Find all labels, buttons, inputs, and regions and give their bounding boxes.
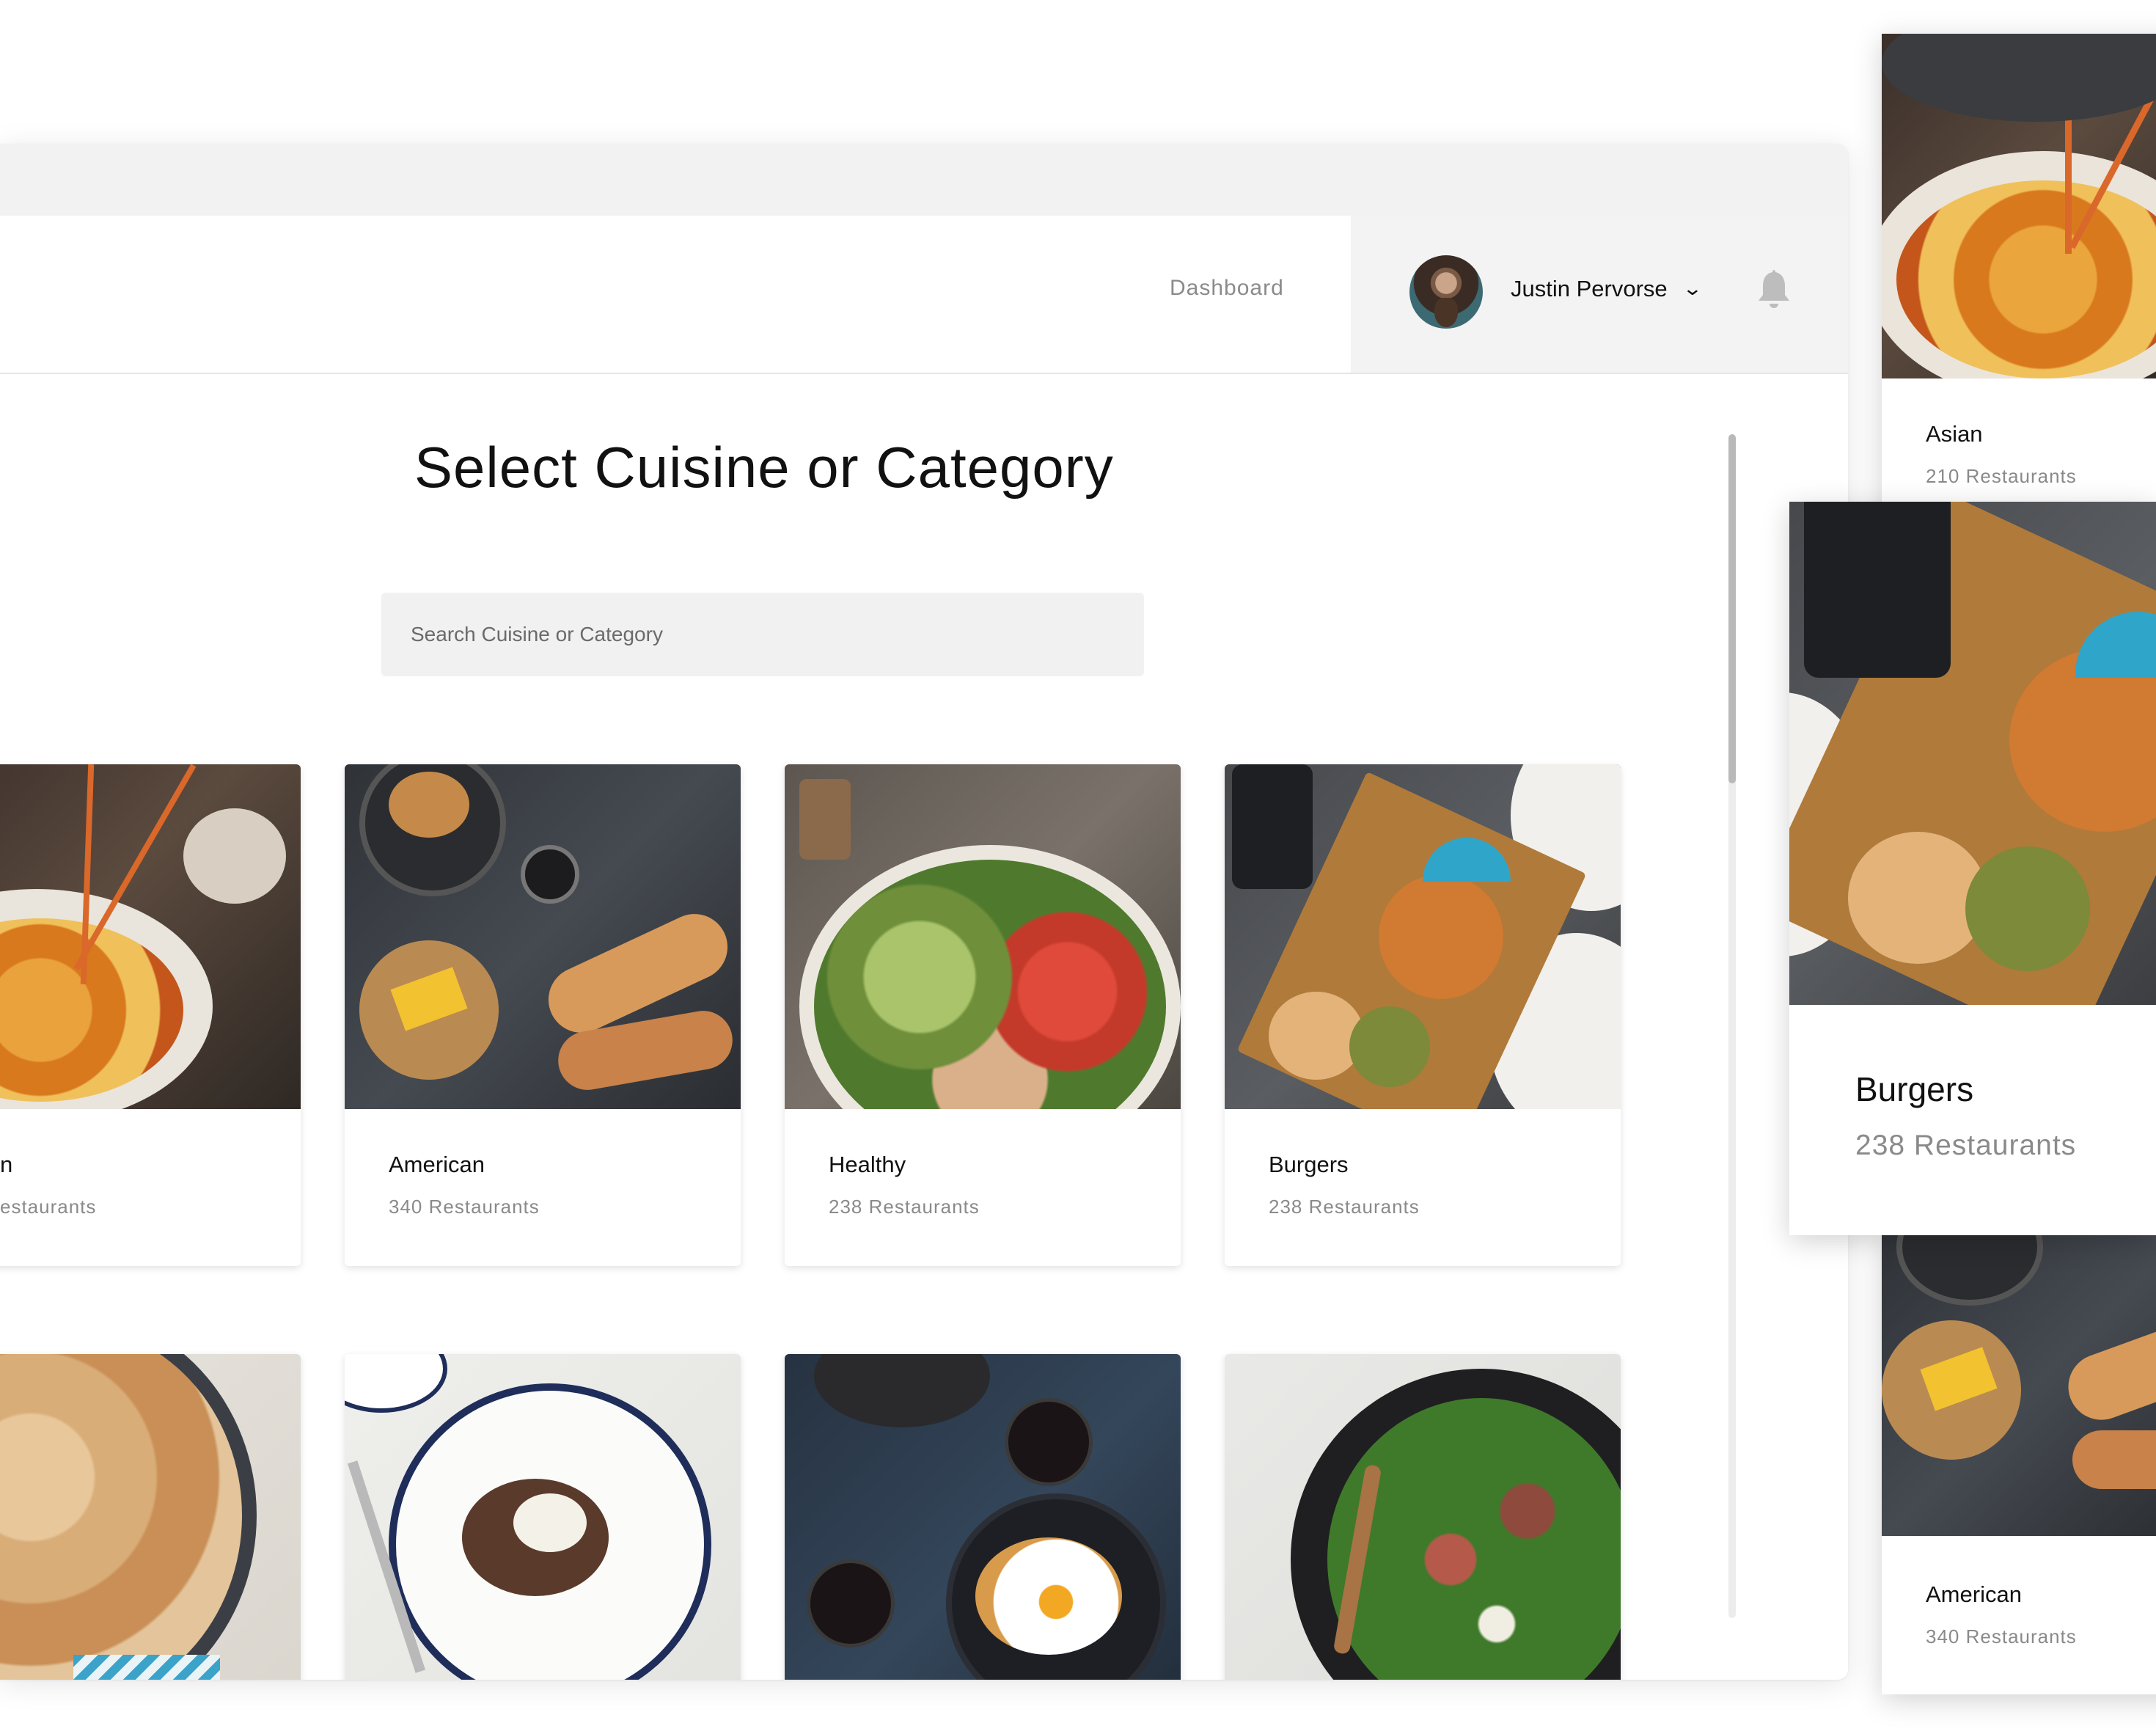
- chevron-down-icon[interactable]: ⌄: [1682, 277, 1703, 300]
- restaurant-count: 340 Restaurants: [1926, 1625, 2077, 1647]
- cuisine-image: [1225, 1354, 1621, 1680]
- top-navigation: Dashboard Justin Pervorse ⌄: [0, 216, 1848, 374]
- cuisine-name: Asian: [1926, 421, 1983, 447]
- cuisine-image: [1882, 1232, 2156, 1536]
- search-input[interactable]: [381, 593, 1144, 676]
- restaurant-count: 210 Restaurants: [1926, 465, 2077, 487]
- cuisine-image: [345, 1354, 741, 1680]
- floating-card-american[interactable]: American 340 Restaurants: [1882, 1232, 2156, 1694]
- restaurant-count: estaurants: [0, 1196, 97, 1218]
- cuisine-name: American: [1926, 1581, 2022, 1607]
- cuisine-image: [1225, 764, 1621, 1109]
- cuisine-name: American: [389, 1152, 485, 1177]
- cuisine-name: Burgers: [1269, 1152, 1349, 1177]
- page-title: Select Cuisine or Category: [414, 435, 1114, 500]
- cuisine-card-american[interactable]: American 340 Restaurants: [345, 764, 741, 1266]
- cuisine-card-healthy[interactable]: Healthy 238 Restaurants: [785, 764, 1181, 1266]
- app-window: Dashboard Justin Pervorse ⌄ Select Cuisi…: [0, 144, 1848, 1680]
- restaurant-count: 340 Restaurants: [389, 1196, 540, 1218]
- cuisine-name: n: [0, 1152, 13, 1177]
- cuisine-card-salad[interactable]: [1225, 1354, 1621, 1680]
- cuisine-image: [1882, 34, 2156, 378]
- floating-card-asian[interactable]: Asian 210 Restaurants: [1882, 34, 2156, 534]
- cuisine-image: [785, 764, 1181, 1109]
- cuisine-image: [0, 1354, 301, 1680]
- cuisine-card-pasta[interactable]: [0, 1354, 301, 1680]
- restaurant-count: 238 Restaurants: [1855, 1130, 2077, 1161]
- cuisine-image: [785, 1354, 1181, 1680]
- cuisine-image: [1789, 502, 2156, 1005]
- cuisine-card-steak[interactable]: [345, 1354, 741, 1680]
- restaurant-count: 238 Restaurants: [829, 1196, 980, 1218]
- avatar[interactable]: [1409, 255, 1483, 329]
- scrollbar-thumb[interactable]: [1728, 434, 1736, 783]
- browser-chrome-bar: [0, 144, 1848, 216]
- user-name[interactable]: Justin Pervorse: [1511, 276, 1668, 302]
- cuisine-image: [345, 764, 741, 1109]
- cuisine-card-burgers[interactable]: Burgers 238 Restaurants: [1225, 764, 1621, 1266]
- user-panel: Justin Pervorse ⌄: [1351, 216, 1848, 373]
- cuisine-name: Burgers: [1855, 1070, 1974, 1108]
- restaurant-count: 238 Restaurants: [1269, 1196, 1420, 1218]
- dashboard-link[interactable]: Dashboard: [1170, 276, 1284, 301]
- cuisine-name: Healthy: [829, 1152, 906, 1177]
- cuisine-card-asian[interactable]: n estaurants: [0, 764, 301, 1266]
- bell-icon[interactable]: [1756, 267, 1792, 311]
- cuisine-image: [0, 764, 301, 1109]
- cuisine-card-brunch[interactable]: [785, 1354, 1181, 1680]
- floating-card-burgers[interactable]: Burgers 238 Restaurants: [1789, 502, 2156, 1235]
